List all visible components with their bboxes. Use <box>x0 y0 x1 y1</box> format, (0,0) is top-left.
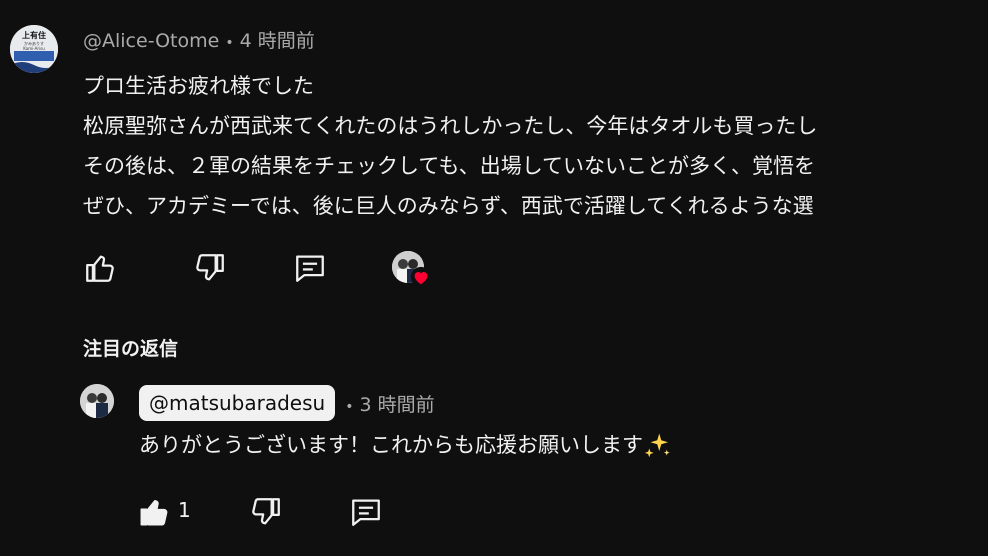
reply-like-count: 1 <box>178 498 191 522</box>
comment-author[interactable]: @Alice-Otome <box>83 30 219 52</box>
sparkles-icon <box>644 433 670 458</box>
reply-icon <box>352 499 380 526</box>
meta-separator: • <box>225 35 234 51</box>
comment-text-line: ぜひ、アカデミーでは、後に巨人のみならず、西武で活躍してくれるような選 <box>83 194 814 218</box>
reply-time-wrap: • 3 時間前 <box>345 390 434 417</box>
comment-text-line: 松原聖弥さんが西武来てくれたのはうれしかったし、今年はタオルも買ったし <box>83 114 818 138</box>
reply-time[interactable]: 3 時間前 <box>359 394 434 416</box>
dislike-button[interactable] <box>190 248 230 288</box>
thumbs-down-icon <box>196 254 224 281</box>
reply-icon <box>296 255 324 282</box>
creator-heart-badge[interactable] <box>390 250 434 288</box>
reply-button[interactable] <box>290 248 330 288</box>
reply-reply-button[interactable] <box>346 492 386 532</box>
station-sign-avatar-image: 上有住 かみありす Kami-Arisu <box>10 25 58 73</box>
reply-actions: 1 <box>134 492 434 532</box>
reply-avatar[interactable] <box>80 384 114 418</box>
pinned-replies-title: 注目の返信 <box>83 338 179 360</box>
thumbs-down-icon <box>252 498 280 525</box>
reply-dislike-button[interactable] <box>246 492 286 532</box>
comment-text-line: プロ生活お疲れ様でした <box>83 74 314 98</box>
comment-text-line: その後は、２軍の結果をチェックしても、出場していないことが多く、覚悟を <box>83 154 816 178</box>
reply-meta: @matsubaradesu • 3 時間前 <box>139 385 435 421</box>
comment-actions <box>80 248 480 288</box>
comment-time[interactable]: 4 時間前 <box>240 30 315 52</box>
comment-meta: @Alice-Otome • 4 時間前 <box>83 27 988 55</box>
thumbs-up-icon <box>86 255 114 282</box>
reply-text: ありがとうございます！これからも応援お願いします <box>139 428 673 462</box>
reply-text-content: ありがとうございます！これからも応援お願いします <box>139 433 643 457</box>
comment-thread: 上有住 かみありす Kami-Arisu @Alice-Otome • 4 時間前 … <box>0 0 988 556</box>
thumbs-up-filled-icon <box>140 499 168 526</box>
reply-like-button[interactable] <box>134 492 174 532</box>
avatar-station-latin: Kami-Arisu <box>23 46 45 51</box>
comment: @Alice-Otome • 4 時間前 プロ生活お疲れ様でした 松原聖弥さんが西武… <box>83 27 988 226</box>
like-button[interactable] <box>80 248 120 288</box>
reply-author-chip[interactable]: @matsubaradesu <box>139 385 336 421</box>
avatar-station-name: 上有住 <box>22 30 46 40</box>
reply-avatar-image <box>80 384 114 418</box>
heart-icon <box>410 266 432 288</box>
commenter-avatar[interactable]: 上有住 かみありす Kami-Arisu <box>10 25 58 73</box>
meta-separator: • <box>345 398 354 415</box>
